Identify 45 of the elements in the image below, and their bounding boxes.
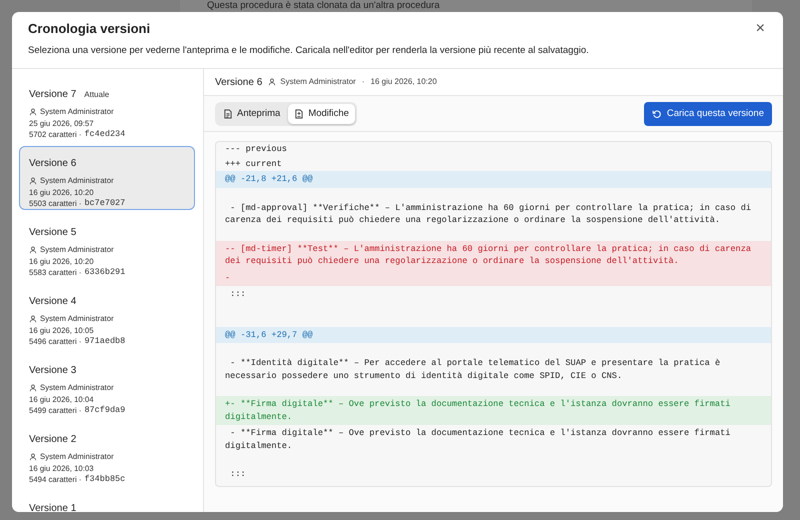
context-line: - **Firma digitale** – Ove previsto la documentazione tecnica e l'istanza dovranno essere firmati digitalmente. — [224, 427, 732, 453]
version-title: Versione 6 — [215, 76, 262, 90]
separator: · — [362, 76, 365, 88]
user-icon — [29, 246, 37, 254]
user-icon — [29, 108, 37, 116]
page-text: Questa procedura è stata clonata da un'altra procedura — [206, 0, 440, 11]
modal-title: Cronologia versioni — [28, 21, 150, 37]
diff-header-line: +++ current — [224, 158, 283, 171]
commit-hash: 6336b291 — [84, 267, 126, 279]
context-line: ::: — [229, 468, 247, 482]
current-label: Attuale — [84, 88, 110, 101]
user-icon — [29, 177, 37, 185]
version-title: Versione 2 — [29, 433, 76, 448]
commit-hash: 87cf9da9 — [84, 405, 126, 417]
version-title: Versione 1 — [29, 502, 76, 512]
version-title: Versione 7 — [29, 88, 76, 102]
load-version-button[interactable]: Carica questa versione — [644, 102, 772, 126]
commit-hash: f34bb85c — [84, 474, 126, 486]
context-line: - [md-approval] **Verifiche** – L'amministrazione ha 60 giorni per controllare la pratica; in caso di carenza dei requisiti può chiedere una regolarizzazione o ordinare la sospensione dell'attività. — [224, 202, 752, 228]
version-date: 16 giu 2026, 10:20 — [370, 76, 437, 88]
context-line: ::: — [229, 288, 247, 302]
commit-hash: 971aedb8 — [84, 336, 126, 348]
diff-header-line: --- previous — [224, 143, 288, 156]
view-tab[interactable]: Modifiche — [288, 104, 355, 124]
version-item[interactable]: Versione 1 — [19, 491, 195, 512]
version-title: Versione 4 — [29, 295, 76, 310]
document-icon — [223, 108, 233, 119]
user-icon — [268, 78, 276, 86]
commit-hash: bc7e7027 — [84, 198, 126, 210]
version-title: Versione 5 — [29, 226, 76, 240]
commit-hash: fc4ed234 — [84, 129, 126, 141]
hunk-header: @@ -31,6 +29,7 @@ — [216, 326, 771, 344]
close-button[interactable]: × — [754, 21, 767, 37]
reload-icon — [652, 108, 662, 119]
version-title: Versione 3 — [29, 364, 76, 378]
diff-document-icon — [294, 108, 304, 119]
view-tab[interactable]: Anteprima — [217, 104, 286, 124]
modal-description: Seleziona una versione per vederne l'anteprima e le modifiche. Caricala nell'editor per renderla la versione più recente al salvataggio. — [28, 44, 590, 58]
user-icon — [29, 384, 37, 392]
user-icon — [29, 315, 37, 323]
hunk-header: @@ -21,8 +21,6 @@ — [216, 171, 771, 188]
context-line: - **Identità digitale** – Per accedere al portale telematico del SUAP e presentare la pratica è necessario possedere uno strumento di identità digitale come SPID, CIE o CNS. — [224, 357, 722, 383]
user-icon — [29, 453, 37, 461]
author-name: System Administrator — [280, 76, 356, 88]
version-title: Versione 6 — [29, 157, 76, 172]
